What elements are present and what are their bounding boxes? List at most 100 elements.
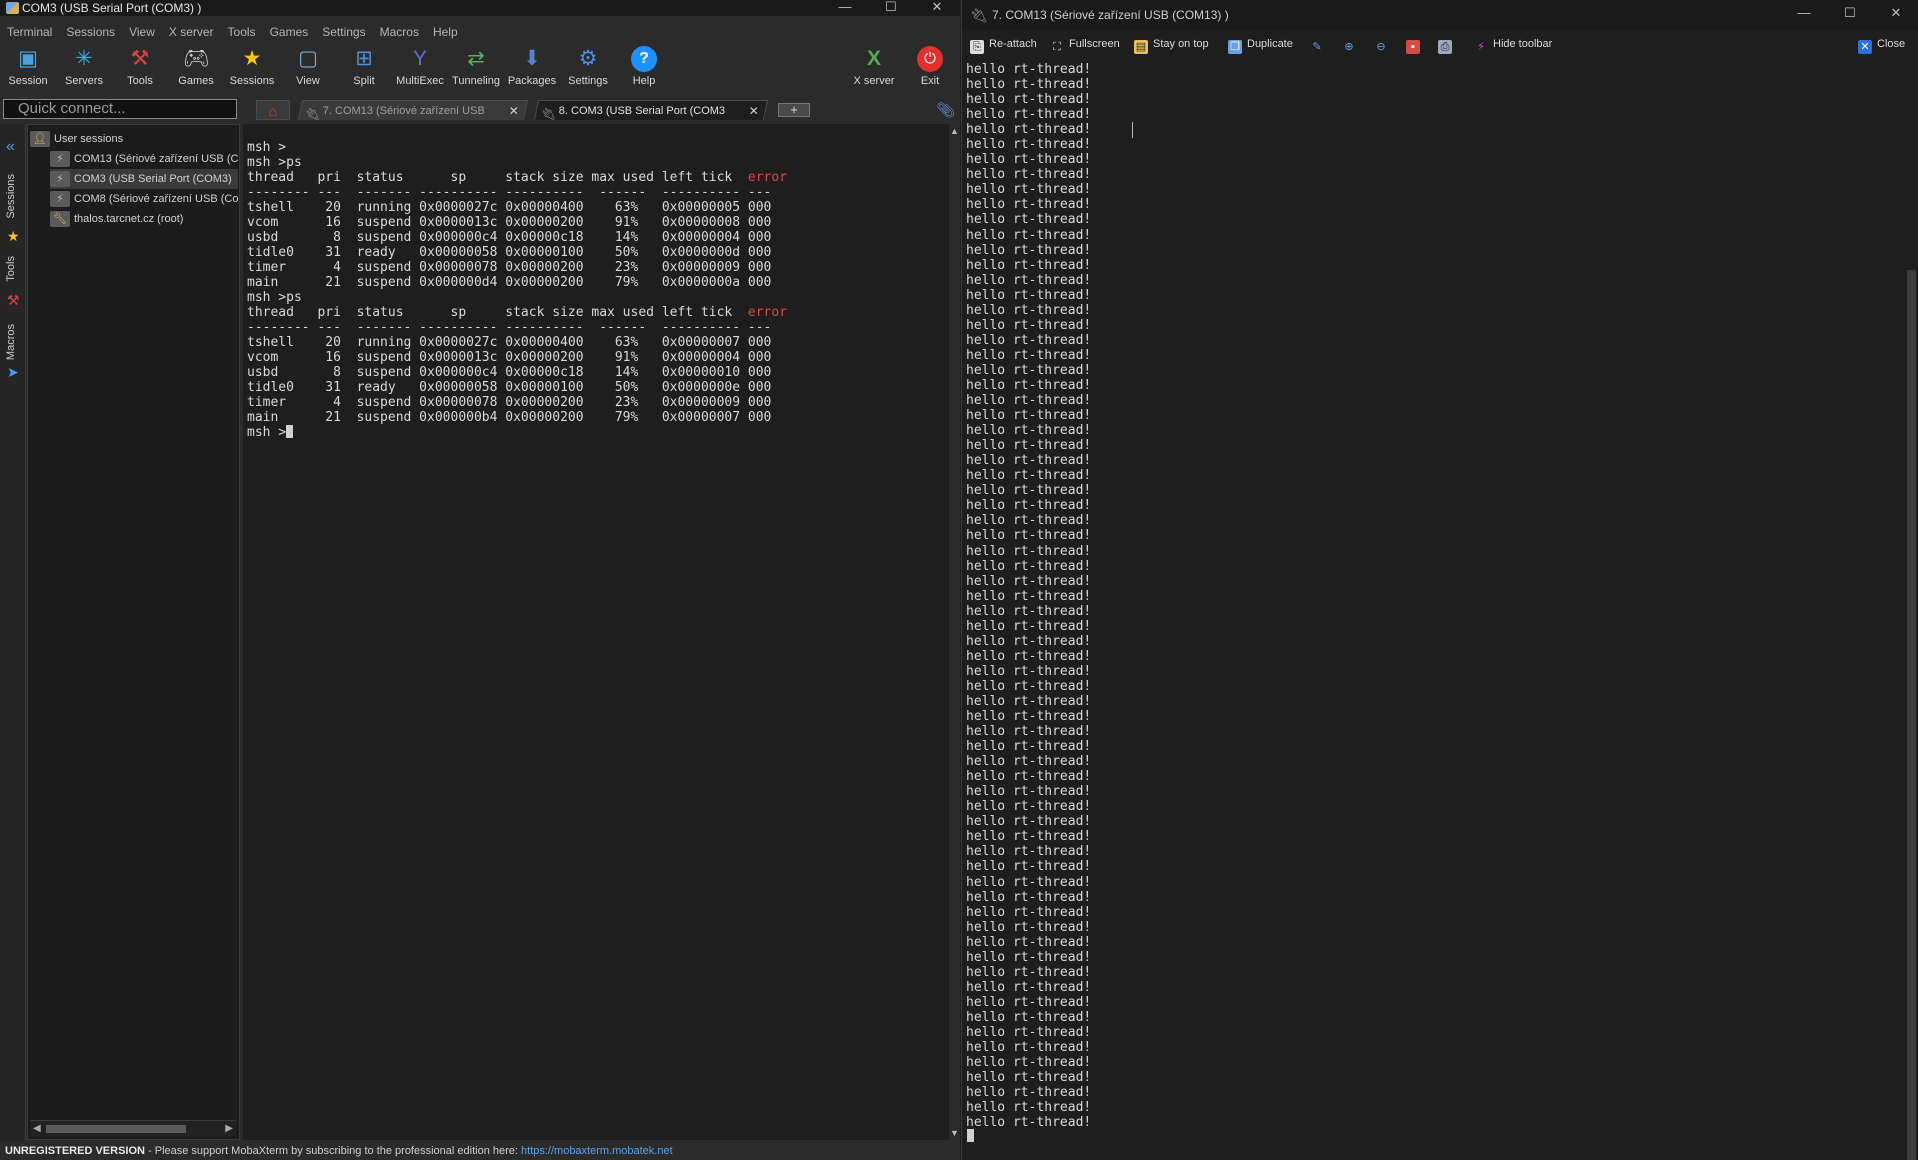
minimize-icon[interactable]: —: [822, 0, 868, 16]
session-com13[interactable]: ⚡︎ COM13 (Sériové zařízení USB (C: [50, 149, 238, 169]
output-line: hello rt-thread!: [966, 573, 1092, 589]
session-com8[interactable]: ⚡︎ COM8 (Sériové zařízení USB (Co: [50, 189, 238, 209]
session-com3[interactable]: ⚡︎ COM3 (USB Serial Port (COM3): [50, 169, 238, 189]
output-line: hello rt-thread!: [966, 212, 1092, 228]
quick-connect-input[interactable]: Quick connect...: [3, 99, 237, 119]
split-button[interactable]: ⊞ Split: [336, 46, 392, 87]
output-line: hello rt-thread!: [966, 453, 1092, 469]
scrollbar-thumb[interactable]: [1907, 270, 1916, 1160]
session-thalos[interactable]: 🔧︎ thalos.tarcnet.cz (root): [50, 209, 238, 229]
close-tab-icon[interactable]: ✕: [509, 101, 519, 120]
session-button[interactable]: ▣ Session: [0, 46, 56, 87]
servers-button[interactable]: ✳ Servers: [56, 46, 112, 87]
output-line: hello rt-thread!: [966, 377, 1092, 393]
mobaxterm-link[interactable]: https://mobaxterm.mobatek.net: [521, 1145, 673, 1157]
scroll-left-icon[interactable]: ◀: [33, 1121, 41, 1137]
packages-button[interactable]: ⬇ Packages: [504, 46, 560, 87]
paperclip-icon[interactable]: 📎︎: [936, 101, 955, 119]
output-line: hello rt-thread!: [966, 889, 1092, 905]
side-tab-macros[interactable]: Macros: [5, 324, 17, 360]
minimize-icon[interactable]: —: [1781, 6, 1827, 22]
window-title: 7. COM13 (Sériové zařízení USB (COM13) ): [992, 8, 1229, 22]
ssh-key-icon: 🔧︎: [50, 211, 70, 228]
close-icon[interactable]: ✕: [1873, 6, 1918, 22]
lightning-icon: ⚡︎: [1477, 41, 1485, 53]
new-tab-button[interactable]: +: [778, 103, 810, 117]
tunneling-icon: ⇄: [467, 47, 485, 70]
serial-icon: ⚡︎: [50, 191, 70, 208]
output-line: hello rt-thread!: [966, 317, 1092, 333]
side-tab-sessions[interactable]: Sessions: [5, 174, 17, 219]
hide-toolbar-button[interactable]: ⚡︎ Hide toolbar: [1474, 36, 1552, 54]
edit-button[interactable]: ✎: [1310, 36, 1329, 54]
maximize-icon[interactable]: ☐: [868, 0, 914, 16]
tab-com13[interactable]: 🔌︎ 7. COM13 (Sériové zařízení USB ✕: [297, 100, 529, 120]
window-controls: — ☐ ✕: [1781, 6, 1918, 22]
user-sessions-folder[interactable]: 👤︎ User sessions: [30, 129, 230, 149]
detached-toolbar: ⎘ Re-attach ⛶ Fullscreen ▤ Stay on top ❐ Dup…: [962, 33, 1918, 55]
tools-button[interactable]: ⚒ Tools: [112, 46, 168, 87]
tab-com3[interactable]: 🔌︎ 8. COM3 (USB Serial Port (COM3 ✕: [533, 100, 769, 120]
help-button[interactable]: ? Help: [616, 46, 672, 87]
terminal-com3[interactable]: msh > msh >ps thread pri status sp stack s…: [243, 124, 949, 1140]
view-button[interactable]: ▢ View: [280, 46, 336, 87]
output-line: hello rt-thread!: [966, 693, 1092, 709]
output-line: hello rt-thread!: [966, 603, 1092, 619]
menu-tools[interactable]: Tools: [221, 22, 263, 42]
output-line: hello rt-thread!: [966, 107, 1092, 123]
close-tab-icon[interactable]: ✕: [749, 101, 759, 120]
tunneling-button[interactable]: ⇄ Tunneling: [448, 46, 504, 87]
games-button[interactable]: 🎮︎ Games: [168, 46, 224, 87]
side-tab-tools[interactable]: Tools: [5, 256, 17, 282]
close-button[interactable]: ✕ Close: [1858, 36, 1905, 54]
home-tab[interactable]: ⌂: [256, 100, 290, 120]
reattach-button[interactable]: ⎘ Re-attach: [970, 36, 1037, 54]
settings-button[interactable]: ⚙ Settings: [560, 46, 616, 87]
zoom-in-button[interactable]: ⊕: [1342, 36, 1361, 54]
menu-games[interactable]: Games: [263, 22, 316, 42]
plug-icon: 🔌︎: [305, 107, 321, 120]
menu-view[interactable]: View: [122, 22, 162, 42]
output-line: hello rt-thread!: [966, 859, 1092, 875]
fullscreen-button[interactable]: ⛶ Fullscreen: [1050, 36, 1120, 54]
collapse-sidebar-icon[interactable]: «: [6, 138, 15, 156]
x-server-button[interactable]: X X server: [846, 46, 902, 87]
close-icon[interactable]: ✕: [914, 0, 960, 16]
maximize-icon[interactable]: ☐: [1827, 6, 1873, 22]
output-line: hello rt-thread!: [966, 814, 1092, 830]
scrollbar-thumb[interactable]: [46, 1125, 186, 1133]
sessions-horizontal-scrollbar[interactable]: ◀ ▶: [30, 1120, 236, 1136]
exit-button[interactable]: ⏻ Exit: [902, 46, 958, 87]
menu-sessions[interactable]: Sessions: [59, 22, 122, 42]
menu-terminal[interactable]: Terminal: [0, 22, 59, 42]
gear-icon: ⚙: [578, 47, 598, 70]
terminal-com13[interactable]: hello rt-thread! hello rt-thread! hello rt…: [962, 60, 1904, 1160]
output-line: hello rt-thread!: [966, 122, 1092, 138]
output-line: hello rt-thread!: [966, 994, 1092, 1010]
menu-macros[interactable]: Macros: [373, 22, 426, 42]
title-bar: 🔌︎ 7. COM13 (Sériové zařízení USB (COM13…: [962, 0, 1918, 30]
output-line: hello rt-thread!: [966, 483, 1092, 499]
duplicate-button[interactable]: ❐ Duplicate: [1228, 36, 1293, 54]
terminal-vertical-scrollbar[interactable]: ▲ ▼: [949, 124, 960, 1140]
scroll-right-icon[interactable]: ▶: [225, 1121, 233, 1137]
save-button[interactable]: ▪: [1406, 36, 1425, 54]
zoom-out-button[interactable]: ⊖: [1374, 36, 1393, 54]
zoom-out-icon: ⊖: [1376, 41, 1386, 53]
scroll-up-icon[interactable]: ▲: [950, 126, 959, 136]
menu-x-server[interactable]: X server: [162, 22, 221, 42]
output-line: hello rt-thread!: [966, 919, 1092, 935]
output-line: hello rt-thread!: [966, 934, 1092, 950]
sessions-tree: 👤︎ User sessions ⚡︎ COM13 (Sériové zařízen…: [27, 124, 240, 1140]
plus-icon: +: [790, 102, 798, 117]
terminal-vertical-scrollbar[interactable]: [1904, 60, 1918, 1160]
print-button[interactable]: ⎙: [1438, 36, 1457, 54]
output-line: hello rt-thread!: [966, 393, 1092, 409]
app-icon: [6, 2, 19, 14]
sessions-button[interactable]: ★ Sessions: [224, 46, 280, 87]
stay-on-top-button[interactable]: ▤ Stay on top: [1134, 36, 1209, 54]
menu-help[interactable]: Help: [426, 22, 465, 42]
menu-settings[interactable]: Settings: [315, 22, 372, 42]
multiexec-button[interactable]: Y MultiExec: [392, 46, 448, 87]
scroll-down-icon[interactable]: ▼: [950, 1128, 959, 1138]
